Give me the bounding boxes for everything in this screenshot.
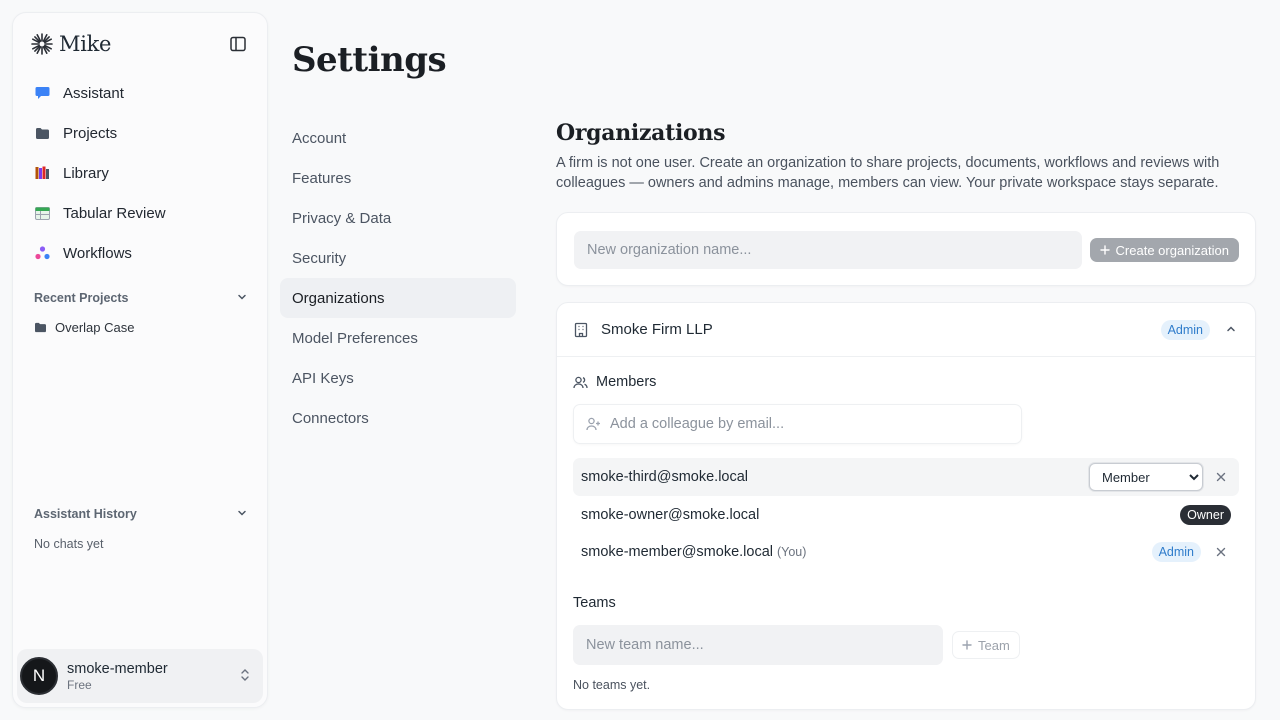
member-row: smoke-member@smoke.local (You) Admin: [573, 533, 1239, 571]
organization-header[interactable]: Smoke Firm LLP Admin: [557, 303, 1255, 357]
nav-label: Library: [63, 164, 109, 182]
members-label: Members: [596, 374, 657, 390]
avatar: N: [20, 657, 58, 695]
nav-label: Assistant: [63, 84, 124, 102]
member-email: smoke-member@smoke.local: [581, 544, 773, 560]
colleague-email-input[interactable]: [610, 416, 1010, 432]
main-nav: Assistant Projects Library Tabular Revie…: [21, 73, 261, 273]
organization-card: Smoke Firm LLP Admin Members smoke-third…: [556, 302, 1256, 710]
remove-member-icon[interactable]: [1214, 470, 1228, 484]
page-title: Settings: [292, 40, 447, 80]
settings-tab-model-preferences[interactable]: Model Preferences: [280, 318, 516, 358]
users-icon: [573, 376, 588, 388]
nav-item-tabular-review[interactable]: Tabular Review: [21, 193, 261, 233]
sidebar: Mike Assistant Projects Library Tabular …: [12, 12, 268, 708]
add-team-button[interactable]: Team: [952, 631, 1020, 659]
no-chats-text: No chats yet: [34, 537, 104, 551]
plus-icon: [962, 640, 972, 650]
sidebar-toggle-icon[interactable]: [229, 35, 247, 53]
member-email: smoke-third@smoke.local: [581, 469, 749, 485]
remove-member-icon[interactable]: [1214, 545, 1228, 559]
logo-icon: [31, 33, 53, 55]
settings-tab-account[interactable]: Account: [280, 118, 516, 158]
user-info: smoke-member Free: [67, 661, 168, 692]
chevrons-up-down-icon: [241, 669, 249, 681]
brand-name: Mike: [59, 32, 112, 56]
chevron-up-icon[interactable]: [1225, 323, 1237, 335]
user-plan: Free: [67, 677, 92, 692]
folder-icon: [34, 125, 50, 141]
organization-name-input[interactable]: [574, 231, 1082, 269]
no-teams-text: No teams yet.: [573, 678, 651, 692]
folder-icon: [35, 322, 46, 333]
assistant-history-header[interactable]: Assistant History: [34, 507, 248, 521]
building-icon: [574, 322, 588, 337]
organization-name: Smoke Firm LLP: [601, 321, 713, 338]
nav-label: Workflows: [63, 244, 132, 262]
chat-bubble-icon: [34, 85, 50, 101]
user-name: smoke-member: [67, 660, 168, 677]
admin-badge: Admin: [1151, 542, 1201, 562]
section-title: Organizations: [556, 120, 726, 146]
organizations-section: Organizations A firm is not one user. Cr…: [556, 120, 1256, 193]
brand[interactable]: Mike: [31, 32, 111, 56]
chevron-down-icon: [238, 510, 246, 516]
nav-item-assistant[interactable]: Assistant: [21, 73, 261, 113]
plus-icon: [1099, 245, 1110, 255]
owner-badge: Owner: [1180, 505, 1231, 525]
nav-label: Tabular Review: [63, 204, 166, 222]
add-colleague-field: [573, 404, 1022, 444]
create-organization-card: Create organization: [556, 212, 1256, 286]
settings-tab-privacy-data[interactable]: Privacy & Data: [280, 198, 516, 238]
assistant-history-label: Assistant History: [34, 507, 137, 521]
add-team-label: Team: [978, 637, 1010, 653]
member-email: smoke-owner@smoke.local: [581, 507, 760, 523]
teams-header: Teams: [573, 595, 616, 611]
role-badge: Admin: [1160, 320, 1210, 340]
you-tag: (You): [777, 545, 807, 559]
recent-project-label: Overlap Case: [55, 320, 135, 335]
member-role-select[interactable]: Member Admin: [1089, 463, 1203, 491]
nav-item-library[interactable]: Library: [21, 153, 261, 193]
member-row: smoke-third@smoke.local Member Admin: [573, 458, 1239, 496]
member-row: smoke-owner@smoke.local Owner: [573, 496, 1239, 534]
settings-nav: Account Features Privacy & Data Security…: [280, 118, 516, 438]
settings-tab-security[interactable]: Security: [280, 238, 516, 278]
members-header: Members: [573, 374, 656, 390]
nav-item-workflows[interactable]: Workflows: [21, 233, 261, 273]
books-icon: [34, 165, 50, 181]
chevron-down-icon: [238, 294, 246, 300]
section-description: A firm is not one user. Create an organi…: [556, 155, 1220, 191]
nav-item-projects[interactable]: Projects: [21, 113, 261, 153]
workflow-icon: [34, 245, 50, 261]
user-plus-icon: [586, 417, 600, 431]
create-organization-label: Create organization: [1115, 242, 1229, 258]
recent-project-item[interactable]: Overlap Case: [34, 320, 134, 335]
settings-tab-api-keys[interactable]: API Keys: [280, 358, 516, 398]
recent-projects-label: Recent Projects: [34, 291, 129, 305]
create-organization-button[interactable]: Create organization: [1089, 238, 1239, 262]
settings-tab-connectors[interactable]: Connectors: [280, 398, 516, 438]
team-name-input[interactable]: [573, 625, 943, 665]
nav-label: Projects: [63, 124, 118, 142]
settings-tab-organizations[interactable]: Organizations: [280, 278, 516, 318]
recent-projects-header[interactable]: Recent Projects: [34, 291, 248, 305]
user-menu[interactable]: N smoke-member Free: [17, 649, 263, 703]
settings-tab-features[interactable]: Features: [280, 158, 516, 198]
table-icon: [34, 205, 50, 221]
